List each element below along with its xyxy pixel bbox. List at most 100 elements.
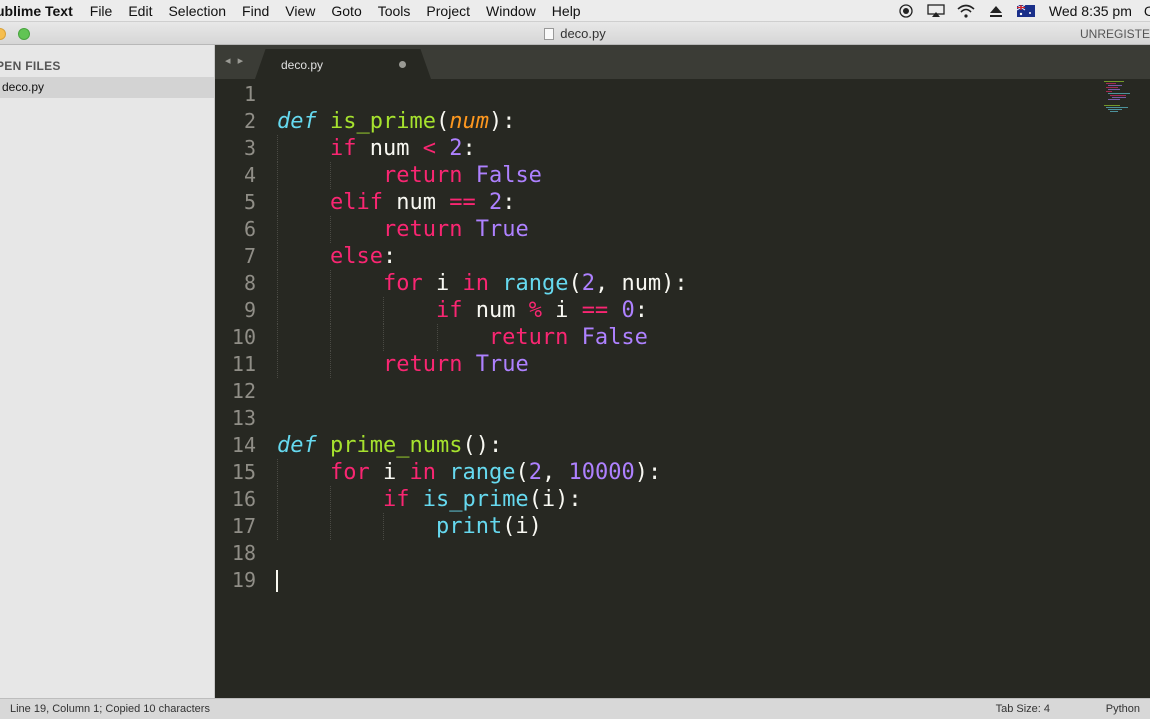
indent-guide (383, 513, 385, 540)
indent-guide (330, 351, 332, 378)
code-editor[interactable]: 1 2 def is_prime(num): 3 if num < 2: 4 retur… (215, 79, 1150, 698)
code-line[interactable]: 8 for i in range(2, num): (215, 270, 1150, 297)
tab-deco-py[interactable]: deco.py (255, 49, 431, 79)
menu-bar: ublime Text File Edit Selection Find Vie… (0, 0, 1150, 22)
code-text: return True (382, 217, 529, 242)
line-number[interactable]: 4 (215, 162, 256, 189)
code-text: print(i) (435, 514, 542, 539)
status-bar: Line 19, Column 1; Copied 10 characters … (0, 698, 1150, 719)
document-icon (544, 28, 555, 40)
line-number[interactable]: 12 (215, 378, 256, 405)
indent-guide (277, 297, 278, 324)
code-line[interactable]: 1 (215, 81, 1150, 108)
line-number[interactable]: 15 (215, 459, 256, 486)
indent-guide (277, 216, 278, 243)
code-line[interactable]: 3 if num < 2: (215, 135, 1150, 162)
line-number[interactable]: 9 (215, 297, 256, 324)
menu-goto[interactable]: Goto (331, 3, 361, 19)
code-line[interactable]: 19 (215, 567, 1150, 594)
code-line[interactable]: 17 print(i) (215, 513, 1150, 540)
code-text: if num < 2: (329, 136, 476, 161)
menu-view[interactable]: View (285, 3, 315, 19)
indent-guide (277, 351, 278, 378)
line-number[interactable]: 13 (215, 405, 256, 432)
input-source-flag-icon[interactable] (1016, 4, 1035, 18)
tab-label: deco.py (281, 58, 324, 72)
line-number[interactable]: 18 (215, 540, 256, 567)
code-line[interactable]: 5 elif num == 2: (215, 189, 1150, 216)
indent-guide (277, 135, 278, 162)
status-message: Line 19, Column 1; Copied 10 characters (10, 703, 210, 715)
line-number[interactable]: 10 (215, 324, 256, 351)
line-number[interactable]: 8 (215, 270, 256, 297)
line-number[interactable]: 6 (215, 216, 256, 243)
line-number[interactable]: 3 (215, 135, 256, 162)
menu-file[interactable]: File (90, 3, 113, 19)
line-number[interactable]: 5 (215, 189, 256, 216)
code-line[interactable]: 16 if is_prime(i): (215, 486, 1150, 513)
code-line[interactable]: 18 (215, 540, 1150, 567)
tab-nav-arrows-icon[interactable]: ◂ ▸ (225, 54, 245, 67)
code-line[interactable]: 10 return False (215, 324, 1150, 351)
code-text: else: (329, 244, 397, 269)
menu-selection[interactable]: Selection (168, 3, 226, 19)
menu-help[interactable]: Help (552, 3, 581, 19)
app-menu[interactable]: ublime Text (0, 3, 73, 19)
code-line[interactable]: 7 else: (215, 243, 1150, 270)
menu-find[interactable]: Find (242, 3, 269, 19)
code-line[interactable]: 9 if num % i == 0: (215, 297, 1150, 324)
window-title: deco.py (0, 26, 1150, 41)
code-line[interactable]: 11 return True (215, 351, 1150, 378)
line-number[interactable]: 11 (215, 351, 256, 378)
menu-project[interactable]: Project (426, 3, 470, 19)
line-number[interactable]: 19 (215, 567, 256, 594)
line-number[interactable]: 1 (215, 81, 256, 108)
line-number[interactable]: 17 (215, 513, 256, 540)
syntax-selector[interactable]: Python (1106, 699, 1140, 719)
tab-size-selector[interactable]: Tab Size: 4 (996, 699, 1050, 719)
indent-guide (277, 324, 278, 351)
code-text: return False (488, 325, 648, 350)
code-line[interactable]: 14 def prime_nums(): (215, 432, 1150, 459)
indent-guide (277, 243, 278, 270)
line-number[interactable]: 2 (215, 108, 256, 135)
code-text: def prime_nums(): (277, 433, 503, 458)
line-number[interactable]: 14 (215, 432, 256, 459)
menu-window[interactable]: Window (486, 3, 536, 19)
line-number[interactable]: 7 (215, 243, 256, 270)
code-line[interactable]: 2 def is_prime(num): (215, 108, 1150, 135)
code-line[interactable]: 4 return False (215, 162, 1150, 189)
indent-guide (383, 297, 385, 324)
indent-guide (330, 270, 332, 297)
code-text: if is_prime(i): (382, 487, 582, 512)
indent-guide (277, 189, 278, 216)
menubar-clipped-item[interactable]: C (1144, 3, 1150, 19)
line-number[interactable]: 16 (215, 486, 256, 513)
eject-icon[interactable] (987, 4, 1005, 18)
code-line[interactable]: 13 (215, 405, 1150, 432)
unsaved-dot-icon[interactable] (399, 61, 406, 68)
indent-guide (277, 459, 278, 486)
code-text: elif num == 2: (329, 190, 516, 215)
menubar-clock[interactable]: Wed 8:35 pm (1049, 3, 1132, 19)
sidebar: PEN FILES deco.py (0, 45, 215, 698)
menu-edit[interactable]: Edit (128, 3, 152, 19)
code-line[interactable]: 15 for i in range(2, 10000): (215, 459, 1150, 486)
airplay-icon[interactable] (927, 4, 945, 18)
code-text: for i in range(2, num): (382, 271, 688, 296)
record-icon[interactable] (897, 4, 915, 18)
sidebar-file-deco[interactable]: deco.py (0, 77, 214, 98)
code-text: return False (382, 163, 542, 188)
indent-guide (277, 486, 278, 513)
indent-guide (330, 513, 332, 540)
menu-tools[interactable]: Tools (378, 3, 411, 19)
minimap[interactable] (1104, 79, 1134, 119)
code-line[interactable]: 6 return True (215, 216, 1150, 243)
unregistered-label: UNREGISTE (1079, 27, 1150, 41)
wifi-icon[interactable] (957, 4, 975, 18)
indent-guide (277, 162, 278, 189)
code-line[interactable]: 12 (215, 378, 1150, 405)
indent-guide (330, 324, 332, 351)
indent-guide (330, 297, 332, 324)
tab-bar: ◂ ▸ deco.py (215, 45, 1150, 79)
